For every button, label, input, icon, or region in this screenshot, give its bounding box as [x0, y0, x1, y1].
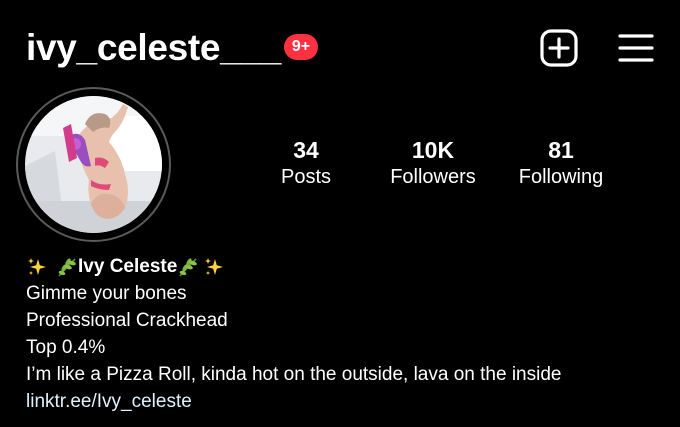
following-stat[interactable]: 81 Following — [496, 136, 626, 190]
username[interactable]: ivy_celeste___ — [26, 26, 281, 70]
notification-badge[interactable]: 9+ — [284, 34, 318, 60]
profile-bio: Ivy Celeste Gimme your bones Professiona… — [26, 253, 666, 415]
posts-label: Posts — [280, 166, 332, 188]
posts-count: 34 — [293, 137, 319, 163]
followers-label: Followers — [390, 166, 476, 188]
display-name: Ivy Celeste — [78, 256, 178, 277]
bio-line: Top 0.4% — [26, 337, 106, 358]
bio-line: Gimme your bones — [26, 283, 187, 304]
display-name-line: Ivy Celeste — [26, 253, 666, 280]
followers-stat[interactable]: 10K Followers — [368, 136, 498, 190]
hamburger-menu-icon — [618, 34, 654, 62]
following-label: Following — [518, 166, 604, 188]
sparkles-icon — [28, 257, 46, 275]
posts-stat[interactable]: 34 Posts — [241, 136, 371, 190]
profile-photo — [25, 96, 162, 233]
followers-count: 10K — [411, 137, 455, 163]
bio-link[interactable]: linktr.ee/Ivy_celeste — [26, 388, 666, 415]
new-post-button[interactable] — [539, 28, 579, 68]
menu-button[interactable] — [616, 28, 656, 68]
herb-icon — [58, 257, 76, 277]
profile-header: ivy_celeste___ 9+ — [0, 0, 680, 90]
bio-line: Professional Crackhead — [26, 310, 228, 331]
following-count: 81 — [548, 137, 574, 163]
sparkles-icon — [205, 257, 224, 275]
avatar-ring[interactable] — [16, 87, 171, 242]
bio-line: I’m like a Pizza Roll, kinda hot on the … — [26, 364, 562, 385]
herb-icon — [179, 257, 198, 277]
plus-square-icon — [540, 29, 578, 67]
avatar[interactable] — [25, 96, 162, 233]
